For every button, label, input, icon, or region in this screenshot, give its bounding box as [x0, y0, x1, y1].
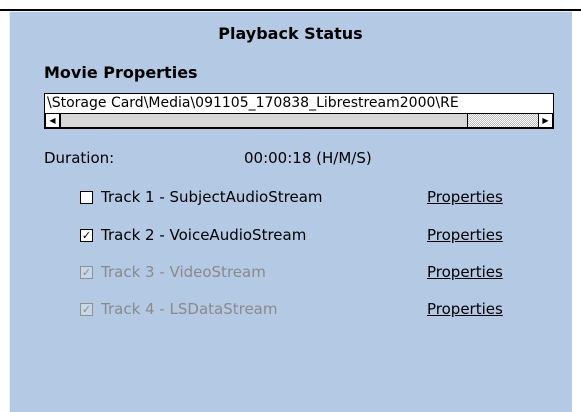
track-1-label: Track 1 - SubjectAudioStream [101, 188, 323, 206]
track-3-properties-link[interactable]: Properties [427, 263, 503, 281]
duration-value: 00:00:18 (H/M/S) [244, 149, 372, 167]
dialog-title: Playback Status [218, 24, 363, 43]
track-row-2: ✓ Track 2 - VoiceAudioStream Properties [80, 226, 520, 246]
track-row-3: ✓ Track 3 - VideoStream Properties [80, 263, 520, 283]
track-3-label: Track 3 - VideoStream [101, 263, 266, 281]
file-path-text: \Storage Card\Media\091105_170838_Libres… [47, 95, 459, 111]
file-path-field[interactable]: \Storage Card\Media\091105_170838_Libres… [44, 93, 554, 129]
horizontal-scrollbar[interactable]: ◀ ▶ [45, 113, 553, 128]
track-2-checkbox[interactable]: ✓ [80, 229, 93, 242]
track-2-properties-link[interactable]: Properties [427, 226, 503, 244]
track-4-properties-link[interactable]: Properties [427, 300, 503, 318]
track-4-checkbox: ✓ [80, 303, 93, 316]
track-1-checkbox[interactable] [80, 191, 93, 204]
track-row-1: Track 1 - SubjectAudioStream Properties [80, 188, 520, 208]
scroll-thumb[interactable] [60, 113, 468, 128]
track-row-4: ✓ Track 4 - LSDataStream Properties [80, 300, 520, 320]
scroll-right-arrow-icon[interactable]: ▶ [538, 113, 553, 128]
track-4-label: Track 4 - LSDataStream [101, 300, 278, 318]
track-3-checkbox: ✓ [80, 266, 93, 279]
duration-label: Duration: [44, 149, 115, 167]
movie-properties-heading: Movie Properties [44, 63, 198, 82]
track-2-label: Track 2 - VoiceAudioStream [101, 226, 307, 244]
scroll-left-arrow-icon[interactable]: ◀ [45, 113, 60, 128]
track-1-properties-link[interactable]: Properties [427, 188, 503, 206]
